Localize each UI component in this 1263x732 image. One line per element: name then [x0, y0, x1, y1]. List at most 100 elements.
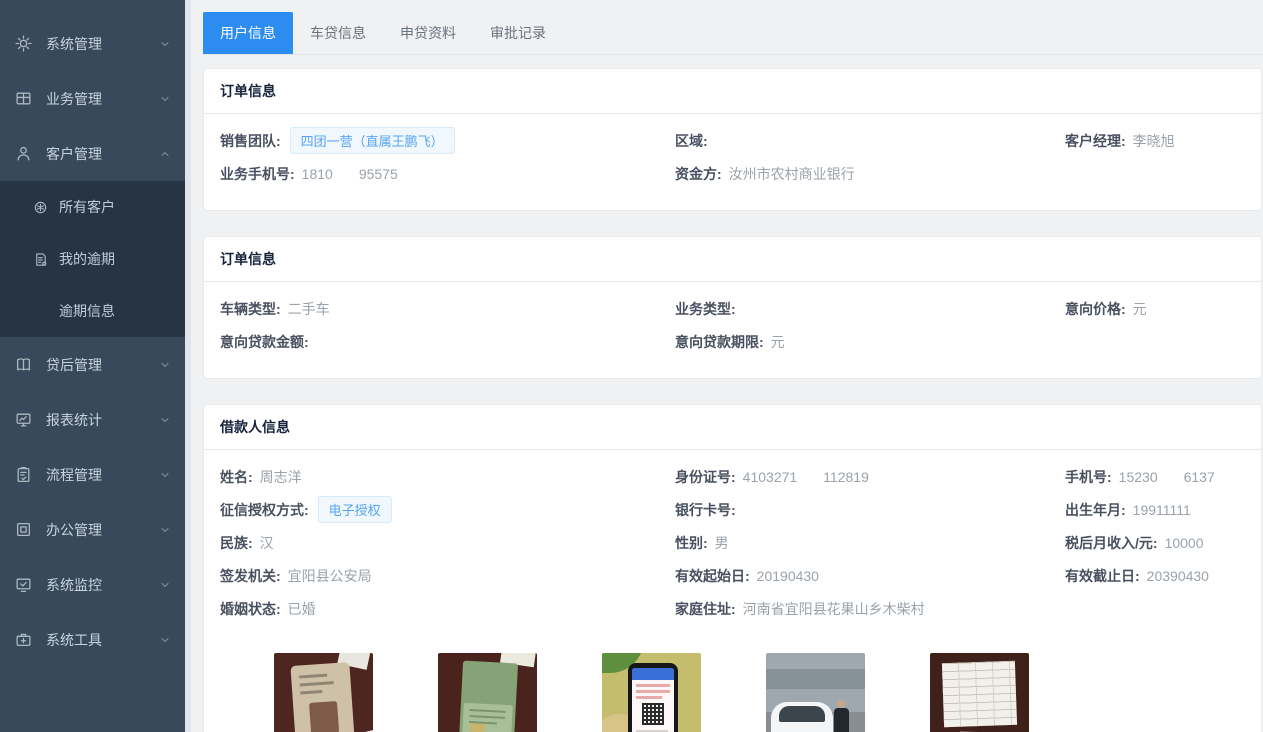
field-intended-loan-amount: 意向贷款金额: — [220, 332, 675, 352]
field-label: 婚姻状态: — [220, 599, 281, 619]
field-value: 152306137 — [1119, 469, 1215, 485]
sidebar-item-label: 我的逾期 — [59, 249, 115, 269]
tab-label: 用户信息 — [220, 25, 276, 41]
document-photo-thumbnail[interactable] — [930, 653, 1029, 732]
field-label: 性别: — [675, 533, 708, 553]
field-label: 车辆类型: — [220, 299, 281, 319]
tab-loan-application-material[interactable]: 申贷资料 — [383, 12, 473, 54]
sidebar-item-customer-management[interactable]: 客户管理 — [0, 126, 185, 181]
toolbox-icon — [14, 631, 32, 649]
card-body: 车辆类型: 二手车 业务类型: 意向价格: 元 意向贷款金额: — [204, 282, 1261, 378]
field-label: 出生年月: — [1065, 500, 1126, 520]
field-label: 签发机关: — [220, 566, 281, 586]
tab-label: 车贷信息 — [310, 25, 366, 41]
field-label: 意向价格: — [1065, 299, 1126, 319]
tab-user-info[interactable]: 用户信息 — [203, 12, 293, 54]
borrower-photos-row: 个人照 新版征信照片 — [220, 625, 1245, 732]
tab-car-loan-info[interactable]: 车贷信息 — [293, 12, 383, 54]
field-gender: 性别: 男 — [675, 533, 1065, 553]
chevron-down-icon — [159, 634, 171, 646]
field-value: 元 — [1133, 299, 1147, 319]
user-icon — [14, 145, 32, 163]
field-account-manager: 客户经理: 李晓旭 — [1065, 131, 1245, 151]
field-label: 客户经理: — [1065, 131, 1126, 151]
tab-label: 审批记录 — [490, 25, 546, 41]
sidebar-item-label: 所有客户 — [59, 197, 115, 217]
field-value: 河南省宜阳县花果山乡木柴村 — [743, 599, 925, 619]
field-label: 银行卡号: — [675, 500, 736, 520]
field-value: 元 — [771, 332, 785, 352]
sidebar-item-label: 系统管理 — [46, 34, 102, 54]
phone-qr-photo-thumbnail[interactable] — [602, 653, 701, 732]
sidebar-item-all-customers[interactable]: 所有客户 — [0, 181, 185, 233]
chevron-down-icon — [159, 469, 171, 481]
card-title: 订单信息 — [204, 237, 1261, 282]
customer-management-submenu: 所有客户 我的逾期 逾期信息 — [0, 181, 185, 337]
field-label: 意向贷款金额: — [220, 332, 309, 352]
field-home-address: 家庭住址: 河南省宜阳县花果山乡木柴村 — [675, 599, 1065, 619]
sidebar-item-business-management[interactable]: 业务管理 — [0, 71, 185, 126]
tab-approval-record[interactable]: 审批记录 — [473, 12, 563, 54]
order-info-card-2: 订单信息 车辆类型: 二手车 业务类型: 意向价格: 元 — [203, 236, 1262, 379]
photo-item: 授权码照片 — [602, 653, 701, 732]
field-row: 姓名: 周志洋 身份证号: 4103271112819 手机号: 1523061… — [220, 460, 1245, 493]
field-label: 手机号: — [1065, 467, 1112, 487]
field-value: 男 — [715, 533, 729, 553]
sales-team-tag: 四团一营（直属王鹏飞） — [290, 127, 455, 154]
field-bank-card: 银行卡号: — [675, 500, 1065, 520]
field-row: 意向贷款金额: 意向贷款期限: 元 — [220, 325, 1245, 358]
office-square-icon — [14, 521, 32, 539]
field-credit-auth-method: 征信授权方式: 电子授权 — [220, 496, 675, 523]
field-sales-team: 销售团队: 四团一营（直属王鹏飞） — [220, 127, 675, 154]
grid-icon — [14, 90, 32, 108]
field-mobile-number: 手机号: 152306137 — [1065, 467, 1245, 487]
sidebar-item-system-monitor[interactable]: 系统监控 — [0, 557, 185, 612]
sidebar-item-label: 业务管理 — [46, 89, 102, 109]
household-booklet-photo-thumbnail[interactable] — [438, 653, 537, 732]
card-title: 订单信息 — [204, 69, 1261, 114]
field-value: 19911111 — [1133, 502, 1191, 518]
field-birth-date: 出生年月: 19911111 — [1065, 500, 1245, 520]
field-marital-status: 婚姻状态: 已婚 — [220, 599, 675, 619]
field-region: 区域: — [675, 131, 1065, 151]
monitor-check-icon — [14, 576, 32, 594]
field-label: 民族: — [220, 533, 253, 553]
field-row: 征信授权方式: 电子授权 银行卡号: 出生年月: 19911111 — [220, 493, 1245, 526]
customers-icon — [32, 199, 48, 215]
field-value: 已婚 — [288, 599, 316, 619]
id-card-photo-thumbnail[interactable] — [274, 653, 373, 732]
sidebar-item-system-tools[interactable]: 系统工具 — [0, 612, 185, 667]
sidebar-item-postloan-management[interactable]: 贷后管理 — [0, 337, 185, 392]
card-body: 姓名: 周志洋 身份证号: 4103271112819 手机号: 1523061… — [204, 450, 1261, 732]
card-title: 借款人信息 — [204, 405, 1261, 450]
field-name: 姓名: 周志洋 — [220, 467, 675, 487]
field-row: 车辆类型: 二手车 业务类型: 意向价格: 元 — [220, 292, 1245, 325]
chevron-down-icon — [159, 93, 171, 105]
sidebar-item-label: 客户管理 — [46, 144, 102, 164]
order-info-card-1: 订单信息 销售团队: 四团一营（直属王鹏飞） 区域: 客户经理: 李晓旭 — [203, 68, 1262, 211]
sidebar-item-system-management[interactable]: 系统管理 — [0, 16, 185, 71]
field-row: 婚姻状态: 已婚 家庭住址: 河南省宜阳县花果山乡木柴村 — [220, 592, 1245, 625]
sidebar-item-report-statistics[interactable]: 报表统计 — [0, 392, 185, 447]
sidebar-item-office-management[interactable]: 办公管理 — [0, 502, 185, 557]
chevron-down-icon — [159, 524, 171, 536]
chevron-down-icon — [159, 414, 171, 426]
photo-item: 人车合照 — [766, 653, 865, 732]
photo-item: 个人照 — [274, 653, 373, 732]
field-row: 业务手机号: 181095575 资金方: 汝州市农村商业银行 — [220, 157, 1245, 190]
sidebar-item-workflow-management[interactable]: 流程管理 — [0, 447, 185, 502]
chevron-down-icon — [159, 579, 171, 591]
person-car-photo-thumbnail[interactable] — [766, 653, 865, 732]
field-label: 意向贷款期限: — [675, 332, 764, 352]
field-value: 二手车 — [288, 299, 330, 319]
sidebar-item-label: 办公管理 — [46, 520, 102, 540]
sidebar-item-overdue-info[interactable]: 逾期信息 — [0, 285, 185, 337]
field-value: 汝州市农村商业银行 — [729, 164, 855, 184]
sidebar-item-my-overdue[interactable]: 我的逾期 — [0, 233, 185, 285]
main-content: 用户信息 车贷信息 申贷资料 审批记录 订单信息 销售团队: 四团一营（直属王鹏… — [191, 0, 1263, 732]
field-monthly-income: 税后月收入/元: 10000 — [1065, 533, 1245, 553]
field-label: 有效起始日: — [675, 566, 750, 586]
field-vehicle-type: 车辆类型: 二手车 — [220, 299, 675, 319]
field-row: 销售团队: 四团一营（直属王鹏飞） 区域: 客户经理: 李晓旭 — [220, 124, 1245, 157]
tab-bar: 用户信息 车贷信息 申贷资料 审批记录 — [203, 12, 1263, 55]
